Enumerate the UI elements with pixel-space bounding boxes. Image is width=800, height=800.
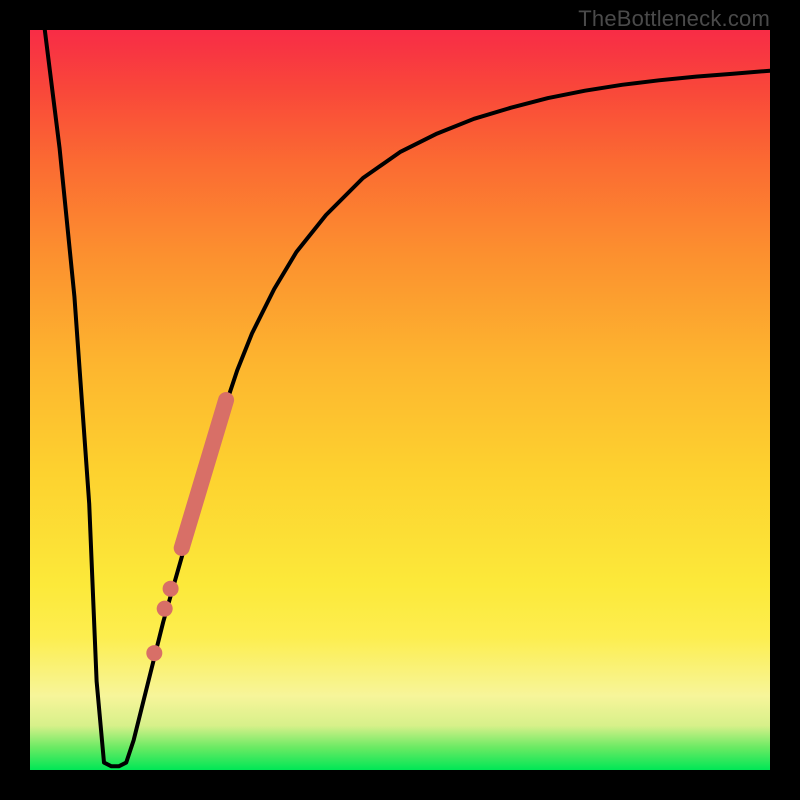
highlight-segment [182, 400, 226, 548]
highlight-point-2 [146, 645, 162, 661]
watermark-label: TheBottleneck.com [578, 6, 770, 32]
highlight-markers [146, 400, 226, 661]
highlight-point-0 [163, 581, 179, 597]
chart-svg [0, 0, 800, 800]
chart-frame: TheBottleneck.com [0, 0, 800, 800]
highlight-point-1 [157, 601, 173, 617]
